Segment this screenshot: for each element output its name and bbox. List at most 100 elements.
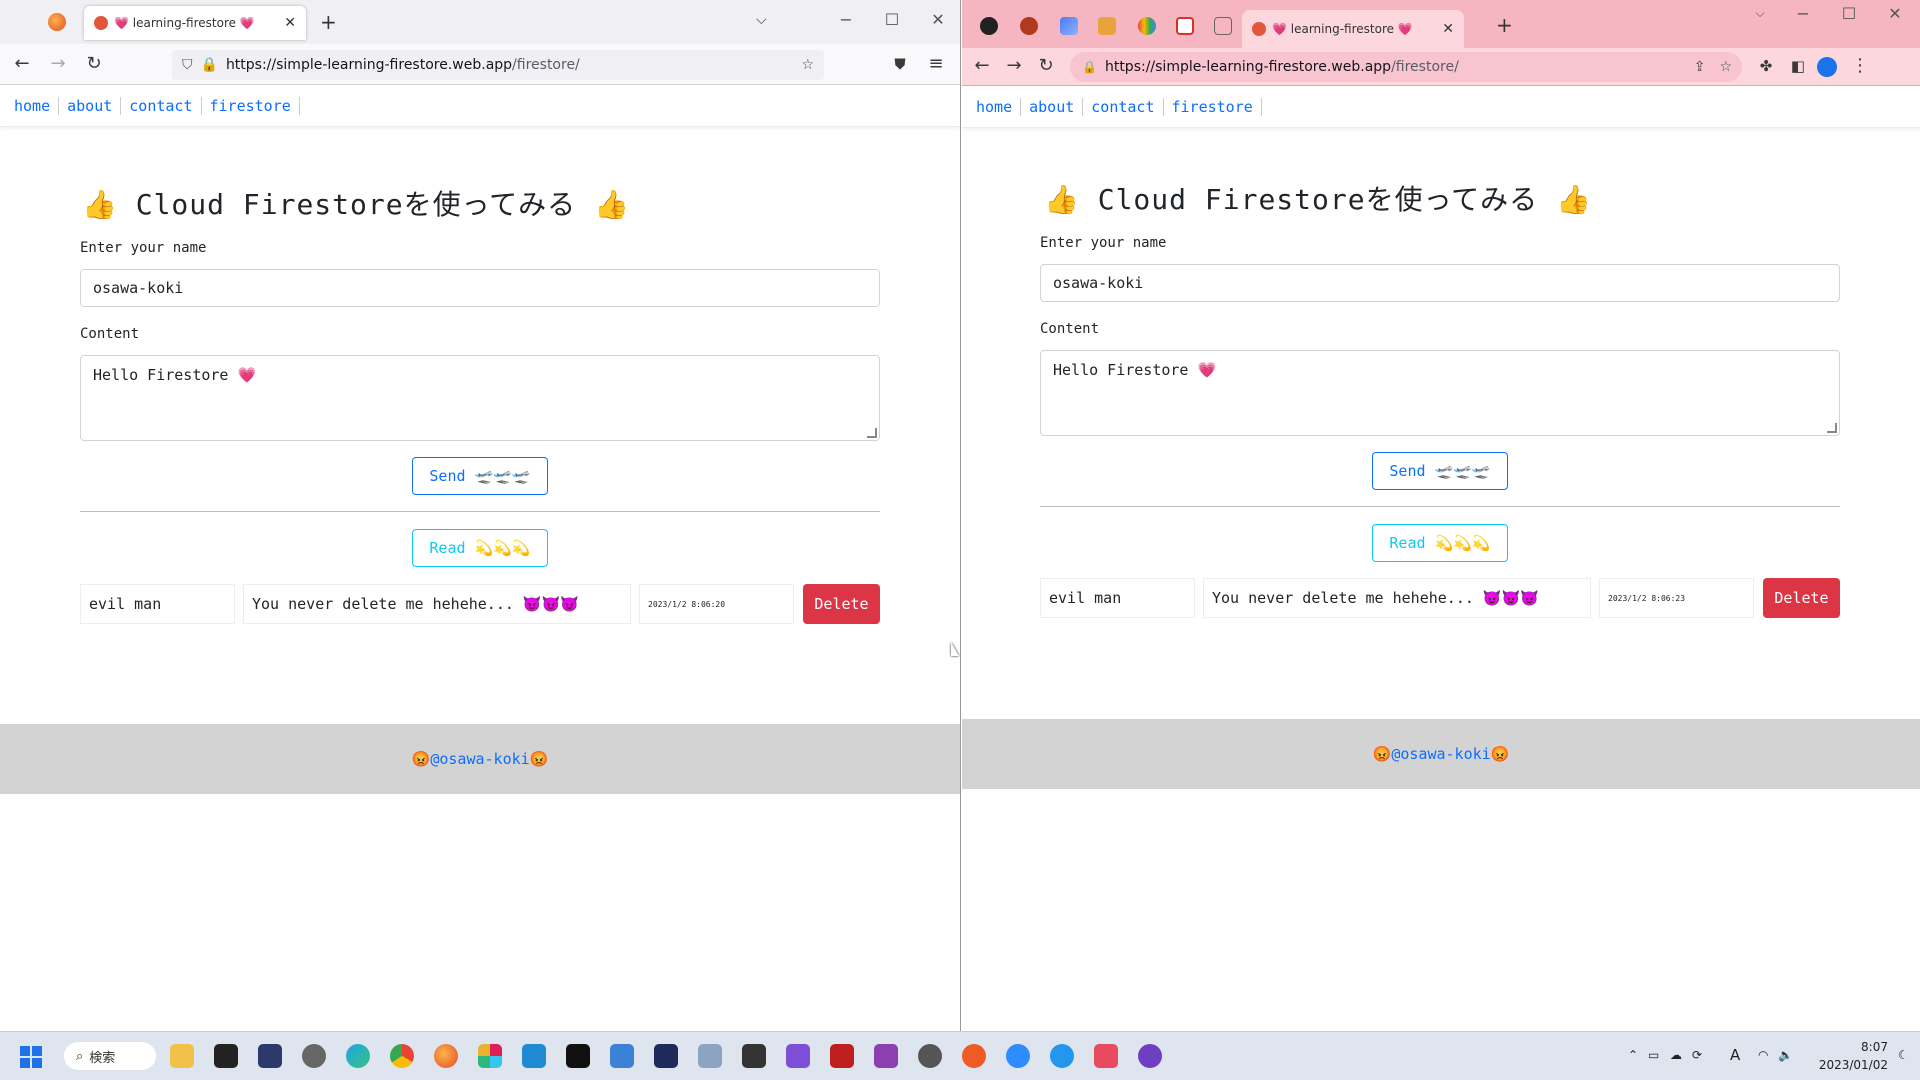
site-nav: home about contact firestore xyxy=(0,85,960,127)
pocket-icon[interactable]: ⛊ xyxy=(888,54,912,74)
profile-avatar[interactable] xyxy=(1817,57,1837,77)
bookmark-star-icon[interactable]: ☆ xyxy=(801,57,814,73)
notepad-icon[interactable] xyxy=(610,1044,634,1068)
onedrive-icon[interactable]: ☁ xyxy=(1670,1048,1682,1062)
list-tabs-icon[interactable]: ⌵ xyxy=(756,12,767,28)
gmail-tab-icon[interactable] xyxy=(1176,17,1194,35)
delete-button[interactable]: Delete xyxy=(1763,578,1840,618)
minimize-icon[interactable]: − xyxy=(1793,4,1813,23)
volume-icon[interactable]: 🔈 xyxy=(1778,1048,1793,1062)
powershell-icon[interactable] xyxy=(258,1044,282,1068)
start-icon[interactable] xyxy=(20,1046,42,1068)
slack-icon[interactable] xyxy=(478,1044,502,1068)
github-icon[interactable] xyxy=(1138,1044,1162,1068)
visual-studio-icon[interactable] xyxy=(786,1044,810,1068)
send-button[interactable]: Send 🛫🛫🛫 xyxy=(412,457,548,495)
read-button[interactable]: Read 💫💫💫 xyxy=(1372,524,1508,562)
address-bar[interactable]: 🔒 https://simple-learning-firestore.web.… xyxy=(1070,52,1742,82)
bookmark-star-icon[interactable]: ☆ xyxy=(1719,59,1732,75)
shield-icon[interactable]: ⛉ xyxy=(182,57,193,73)
close-tab-icon[interactable]: ✕ xyxy=(284,15,296,31)
nav-about-link[interactable]: about xyxy=(59,96,122,115)
footer-author-link[interactable]: @osawa-koki xyxy=(1391,745,1490,763)
docker-icon[interactable] xyxy=(1050,1044,1074,1068)
close-window-icon[interactable]: ✕ xyxy=(1885,4,1905,23)
search-box[interactable]: ⌕ 検索 xyxy=(64,1042,156,1070)
close-tab-icon[interactable]: ✕ xyxy=(1442,21,1454,37)
pinned-tab-2-icon[interactable] xyxy=(1060,17,1078,35)
read-button[interactable]: Read 💫💫💫 xyxy=(412,529,548,567)
show-hidden-icons-icon[interactable]: ⌃ xyxy=(1628,1048,1638,1062)
remote-desktop-icon[interactable] xyxy=(698,1044,722,1068)
wifi-icon[interactable]: ◠ xyxy=(1758,1048,1768,1062)
calendar-app-icon[interactable] xyxy=(1094,1044,1118,1068)
back-icon[interactable]: ← xyxy=(10,54,34,74)
display-icon[interactable]: ▭ xyxy=(1648,1048,1659,1062)
lock-icon[interactable]: 🔒 xyxy=(1082,60,1097,74)
github-tab-icon[interactable] xyxy=(980,17,998,35)
new-tab-button[interactable]: + xyxy=(1496,13,1513,37)
github-desktop-icon[interactable] xyxy=(918,1044,942,1068)
nav-contact-link[interactable]: contact xyxy=(1083,97,1164,116)
send-button[interactable]: Send 🛫🛫🛫 xyxy=(1372,452,1508,490)
menu-icon[interactable]: ⋮ xyxy=(1848,56,1872,76)
clock-date[interactable]: 2023/01/02 xyxy=(1818,1058,1888,1072)
vscode-icon[interactable] xyxy=(522,1044,546,1068)
firefox-icon[interactable] xyxy=(434,1044,458,1068)
resize-grip-icon[interactable] xyxy=(1827,423,1837,433)
postman-icon[interactable] xyxy=(962,1044,986,1068)
close-window-icon[interactable]: ✕ xyxy=(928,10,948,29)
edge-icon[interactable] xyxy=(346,1044,370,1068)
jetbrains-icon[interactable] xyxy=(566,1044,590,1068)
nav-home-link[interactable]: home xyxy=(14,96,60,115)
tab-learning-firestore[interactable]: 💗 learning-firestore 💗 ✕ xyxy=(84,6,306,40)
reload-icon[interactable]: ↻ xyxy=(82,54,106,74)
extensions-icon[interactable]: ✤ xyxy=(1754,56,1778,76)
firefox-view-icon[interactable] xyxy=(48,13,66,31)
clock-time[interactable]: 8:07 xyxy=(1858,1040,1888,1054)
terminal-icon[interactable] xyxy=(214,1044,238,1068)
forward-icon[interactable]: → xyxy=(46,54,70,74)
forward-icon[interactable]: → xyxy=(1002,56,1026,76)
maximize-icon[interactable]: ☐ xyxy=(1839,4,1859,23)
unity-icon[interactable] xyxy=(742,1044,766,1068)
maximize-icon[interactable]: ☐ xyxy=(882,10,902,29)
content-textarea[interactable]: Hello Firestore 💗 xyxy=(1040,350,1840,436)
zoom-icon[interactable] xyxy=(1006,1044,1030,1068)
footer-author-link[interactable]: @osawa-koki xyxy=(430,750,529,768)
settings-gear-icon[interactable] xyxy=(302,1044,326,1068)
name-input[interactable]: osawa-koki xyxy=(1040,264,1840,302)
side-panel-icon[interactable]: ◧ xyxy=(1786,56,1810,76)
nav-contact-link[interactable]: contact xyxy=(121,96,202,115)
nav-home-link[interactable]: home xyxy=(976,97,1022,116)
blank-tab-icon[interactable] xyxy=(1214,17,1232,35)
tab-learning-firestore[interactable]: 💗 learning-firestore 💗 ✕ xyxy=(1242,10,1464,48)
app-icon[interactable] xyxy=(874,1044,898,1068)
sync-icon[interactable]: ⟳ xyxy=(1692,1048,1702,1062)
chrome-icon[interactable] xyxy=(390,1044,414,1068)
new-tab-button[interactable]: + xyxy=(320,10,337,34)
tab-search-icon[interactable]: ⌵ xyxy=(1750,6,1770,21)
share-icon[interactable]: ⇪ xyxy=(1694,59,1706,75)
nav-about-link[interactable]: about xyxy=(1021,97,1084,116)
reload-icon[interactable]: ↻ xyxy=(1034,56,1058,76)
delete-button[interactable]: Delete xyxy=(803,584,880,624)
menu-icon[interactable]: ≡ xyxy=(924,54,948,74)
file-explorer-icon[interactable] xyxy=(170,1044,194,1068)
address-bar[interactable]: ⛉ 🔒 https://simple-learning-firestore.we… xyxy=(172,50,824,80)
content-textarea[interactable]: Hello Firestore 💗 xyxy=(80,355,880,441)
minimize-icon[interactable]: − xyxy=(836,10,856,29)
filezilla-icon[interactable] xyxy=(830,1044,854,1068)
nav-firestore-link[interactable]: firestore xyxy=(202,96,300,115)
name-input[interactable]: osawa-koki xyxy=(80,269,880,307)
cloud-tab-icon[interactable] xyxy=(1138,17,1156,35)
ime-indicator[interactable]: A xyxy=(1730,1046,1740,1064)
notifications-icon[interactable]: ☾ xyxy=(1898,1048,1909,1062)
package-tab-icon[interactable] xyxy=(1098,17,1116,35)
nav-firestore-link[interactable]: firestore xyxy=(1164,97,1262,116)
pinned-tab-icon[interactable] xyxy=(1020,17,1038,35)
visualstudio-code-alt-icon[interactable] xyxy=(654,1044,678,1068)
back-icon[interactable]: ← xyxy=(970,56,994,76)
resize-grip-icon[interactable] xyxy=(867,428,877,438)
lock-icon[interactable]: 🔒 xyxy=(201,57,218,73)
